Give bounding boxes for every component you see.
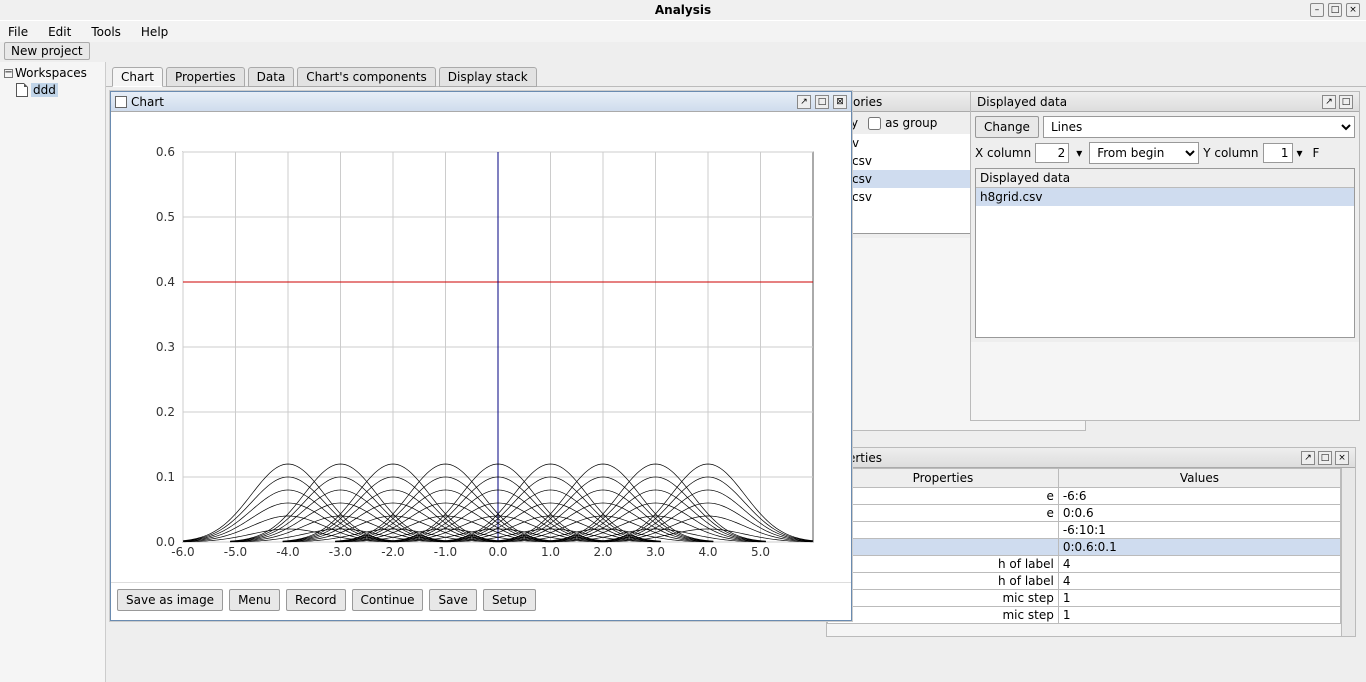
detach-icon[interactable]: ↗ <box>1301 451 1315 465</box>
tree-root-workspaces[interactable]: − Workspaces <box>2 64 103 82</box>
ycol-label: Y column <box>1203 146 1258 160</box>
as-group-label: as group <box>885 116 937 130</box>
menu-help[interactable]: Help <box>137 23 172 41</box>
displayed-data-title: Displayed data <box>977 95 1067 109</box>
svg-text:-5.0: -5.0 <box>224 545 247 559</box>
svg-text:0.2: 0.2 <box>156 405 175 419</box>
save-button[interactable]: Save <box>429 589 476 611</box>
window-title: Analysis <box>655 3 711 17</box>
svg-text:-1.0: -1.0 <box>434 545 457 559</box>
window-icon <box>115 96 127 108</box>
properties-panel: operties ↗ □ × Properties Values e-6:6e0… <box>826 447 1356 637</box>
setup-button[interactable]: Setup <box>483 589 536 611</box>
minimize-icon[interactable]: – <box>1310 3 1324 17</box>
xcol-input[interactable] <box>1035 143 1069 163</box>
tree-item-ddd[interactable]: ddd <box>2 82 103 98</box>
close-icon[interactable]: ⊠ <box>833 95 847 109</box>
categories-title-fragment: ories <box>853 95 882 109</box>
col-properties: Properties <box>828 469 1059 488</box>
chart-plot: -6.0-5.0-4.0-3.0-2.0-1.00.01.02.03.04.05… <box>111 112 853 582</box>
svg-text:5.0: 5.0 <box>751 545 770 559</box>
scrollbar-vertical[interactable] <box>1341 468 1355 636</box>
svg-text:0.1: 0.1 <box>156 470 175 484</box>
close-icon[interactable]: × <box>1346 3 1360 17</box>
table-row[interactable]: e-6:6 <box>828 488 1341 505</box>
maximize-icon[interactable]: □ <box>1339 95 1353 109</box>
tab-properties[interactable]: Properties <box>166 67 245 87</box>
as-group-checkbox[interactable] <box>868 117 881 130</box>
maximize-icon[interactable]: □ <box>1318 451 1332 465</box>
toolbar: New project <box>0 42 1366 62</box>
svg-text:0.5: 0.5 <box>156 210 175 224</box>
sidebar: − Workspaces ddd <box>0 62 106 682</box>
svg-text:1.0: 1.0 <box>541 545 560 559</box>
save-as-image-button[interactable]: Save as image <box>117 589 223 611</box>
chart-subwindow-title: Chart <box>131 95 164 109</box>
menu-button[interactable]: Menu <box>229 589 280 611</box>
svg-text:-4.0: -4.0 <box>276 545 299 559</box>
continue-button[interactable]: Continue <box>352 589 424 611</box>
svg-text:0.0: 0.0 <box>488 545 507 559</box>
menubar: File Edit Tools Help <box>0 20 1366 42</box>
document-icon <box>16 83 28 97</box>
svg-text:3.0: 3.0 <box>646 545 665 559</box>
collapse-icon[interactable]: − <box>4 69 13 78</box>
svg-text:-2.0: -2.0 <box>381 545 404 559</box>
chart-subwindow: Chart ↗ □ ⊠ -6.0-5.0-4.0-3.0-2.0-1.00.01… <box>110 91 852 621</box>
col-values: Values <box>1058 469 1340 488</box>
tab-chart[interactable]: Chart <box>112 67 163 87</box>
svg-text:0.3: 0.3 <box>156 340 175 354</box>
detach-icon[interactable]: ↗ <box>1322 95 1336 109</box>
svg-text:2.0: 2.0 <box>593 545 612 559</box>
ycol-input[interactable] <box>1263 143 1293 163</box>
displayed-list-header: Displayed data <box>976 169 1354 188</box>
xcol-label: X column <box>975 146 1031 160</box>
change-button[interactable]: Change <box>975 116 1039 138</box>
table-row[interactable]: mic step1 <box>828 607 1341 624</box>
tab-charts-components[interactable]: Chart's components <box>297 67 435 87</box>
displayed-list-item[interactable]: h8grid.csv <box>976 188 1354 206</box>
detach-icon[interactable]: ↗ <box>797 95 811 109</box>
svg-text:0.4: 0.4 <box>156 275 175 289</box>
from-select[interactable]: From begin <box>1089 142 1199 164</box>
table-row[interactable]: -6:10:1 <box>828 522 1341 539</box>
window-titlebar: Analysis – □ × <box>0 0 1366 20</box>
svg-text:0.0: 0.0 <box>156 535 175 549</box>
new-project-button[interactable]: New project <box>4 42 90 60</box>
svg-text:4.0: 4.0 <box>698 545 717 559</box>
f-fragment: F <box>1313 146 1320 160</box>
record-button[interactable]: Record <box>286 589 345 611</box>
maximize-icon[interactable]: □ <box>815 95 829 109</box>
table-row[interactable]: 0:0.6:0.1 <box>828 539 1341 556</box>
close-icon[interactable]: × <box>1335 451 1349 465</box>
properties-table[interactable]: Properties Values e-6:6e0:0.6-6:10:10:0.… <box>827 468 1341 624</box>
menu-tools[interactable]: Tools <box>87 23 125 41</box>
menu-edit[interactable]: Edit <box>44 23 75 41</box>
table-row[interactable]: h of label4 <box>828 573 1341 590</box>
tabbar: Chart Properties Data Chart's components… <box>106 62 1366 87</box>
table-row[interactable]: h of label4 <box>828 556 1341 573</box>
tab-data[interactable]: Data <box>248 67 295 87</box>
maximize-icon[interactable]: □ <box>1328 3 1342 17</box>
displayed-data-panel: Displayed data ↗ □ Change Lines X column <box>970 91 1360 421</box>
table-row[interactable]: mic step1 <box>828 590 1341 607</box>
table-row[interactable]: e0:0.6 <box>828 505 1341 522</box>
menu-file[interactable]: File <box>4 23 32 41</box>
tab-display-stack[interactable]: Display stack <box>439 67 537 87</box>
svg-text:-3.0: -3.0 <box>329 545 352 559</box>
display-type-select[interactable]: Lines <box>1043 116 1355 138</box>
svg-text:0.6: 0.6 <box>156 145 175 159</box>
